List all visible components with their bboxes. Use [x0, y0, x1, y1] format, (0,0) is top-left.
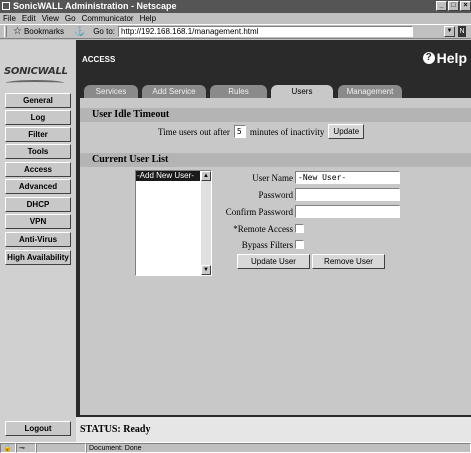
password-field[interactable] [295, 188, 400, 201]
menu-file[interactable]: File [3, 13, 16, 24]
tab-rules[interactable]: Rules [210, 85, 267, 99]
nav-advanced[interactable]: Advanced [5, 179, 71, 194]
idle-timeout-row: Time users out after 5 minutes of inacti… [158, 124, 365, 139]
page-header: ACCESS ? Help Services Add Service Rules… [76, 40, 471, 100]
remote-access-label: *Remote Access [233, 224, 293, 234]
bookmarks-icon: ☆ [13, 26, 22, 37]
progress-cell [36, 443, 86, 453]
nav-tools[interactable]: Tools [5, 144, 71, 159]
nav-anti-virus[interactable]: Anti-Virus [5, 232, 71, 247]
menu-help[interactable]: Help [140, 13, 156, 24]
idle-minutes-input[interactable]: 5 [233, 125, 246, 138]
page: SONICWALL General Log Filter Tools Acces… [0, 40, 471, 442]
help-icon: ? [422, 52, 435, 64]
sonicwall-logo: SONICWALL [4, 66, 74, 82]
bookmarks-button[interactable]: Bookmarks [24, 27, 64, 36]
nav-general[interactable]: General [5, 93, 71, 108]
tab-services[interactable]: Services [84, 85, 138, 99]
close-button[interactable]: × [460, 1, 471, 11]
content-panel: User Idle Timeout Time users out after 5… [80, 98, 471, 415]
menu-bar: File Edit View Go Communicator Help [0, 13, 471, 24]
nav-high-availability[interactable]: High Availability [5, 250, 71, 265]
nav-dhcp[interactable]: DHCP [5, 197, 71, 212]
window-title: SonicWALL Administration - Netscape [13, 1, 177, 11]
goto-label: Go to: [93, 27, 115, 36]
remote-access-checkbox[interactable] [295, 224, 304, 233]
idle-suffix: minutes of inactivity [249, 126, 325, 137]
tab-management[interactable]: Management [338, 85, 402, 99]
minimize-button[interactable]: _ [436, 1, 447, 11]
user-listbox[interactable]: -Add New User- ▲ ▼ [135, 170, 212, 276]
security-lock-icon[interactable]: 🔒 [0, 443, 16, 453]
password-label: Password [258, 190, 293, 200]
list-item[interactable]: -Add New User- [136, 171, 200, 181]
scroll-down-icon[interactable]: ▼ [201, 265, 211, 275]
page-proxy-icon[interactable]: ⚓ [74, 26, 85, 37]
netscape-app-icon [2, 2, 10, 10]
document-status: Document: Done [86, 443, 471, 453]
nav-vpn[interactable]: VPN [5, 214, 71, 229]
remove-user-button[interactable]: Remove User [312, 254, 385, 269]
menu-go[interactable]: Go [65, 13, 76, 24]
toolbar-grip[interactable] [4, 26, 7, 37]
left-nav: SONICWALL General Log Filter Tools Acces… [0, 40, 76, 442]
url-dropdown-icon[interactable]: ▼ [444, 26, 455, 37]
menu-communicator[interactable]: Communicator [82, 13, 134, 24]
bypass-filters-label: Bypass Filters [241, 240, 293, 250]
update-user-button[interactable]: Update User [237, 254, 310, 269]
bypass-filters-checkbox[interactable] [295, 240, 304, 249]
confirm-password-label: Confirm Password [225, 207, 293, 217]
browser-statusbar: 🔒 ⊸ Document: Done [0, 442, 471, 453]
url-input[interactable]: http://192.168.168.1/management.html [118, 26, 413, 37]
confirm-password-field[interactable] [295, 205, 400, 218]
logout-button[interactable]: Logout [5, 421, 71, 436]
online-indicator-icon: ⊸ [16, 443, 36, 453]
window-titlebar: SonicWALL Administration - Netscape _ □ … [0, 0, 471, 13]
update-timeout-button[interactable]: Update [328, 124, 365, 139]
idle-timeout-heading: User Idle Timeout [80, 108, 471, 122]
help-label: Help [436, 50, 467, 66]
help-link[interactable]: ? Help [422, 50, 467, 66]
nav-log[interactable]: Log [5, 110, 71, 125]
nav-filter[interactable]: Filter [5, 127, 71, 142]
tab-add-service[interactable]: Add Service [142, 85, 206, 99]
idle-prefix: Time users out after [158, 126, 230, 137]
maximize-button[interactable]: □ [448, 1, 459, 11]
location-bar: ☆ Bookmarks ⚓ Go to: http://192.168.168.… [0, 24, 471, 39]
status-text: STATUS: Ready [76, 417, 471, 442]
netscape-throbber-icon: N [458, 26, 466, 37]
user-list-heading: Current User List [80, 153, 471, 167]
username-field[interactable]: -New User- [295, 171, 400, 184]
nav-access[interactable]: Access [5, 162, 71, 177]
section-title: ACCESS [82, 55, 116, 64]
menu-edit[interactable]: Edit [22, 13, 36, 24]
username-label: User Name [252, 173, 293, 183]
menu-view[interactable]: View [42, 13, 59, 24]
